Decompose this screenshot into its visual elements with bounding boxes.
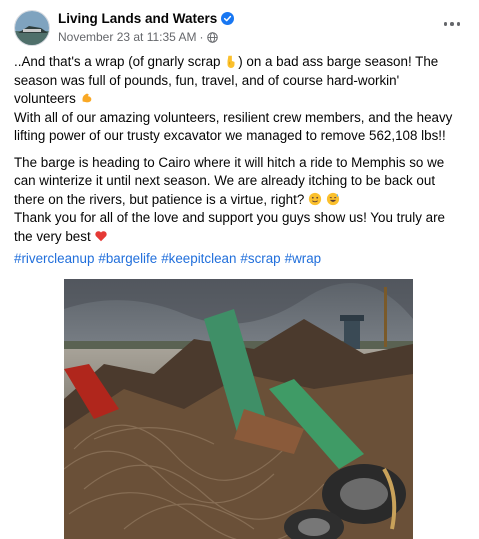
body-line: Thank you for all of the love and suppor… <box>14 210 445 225</box>
body-line: there on the rivers, but patience is a v… <box>14 191 472 210</box>
hashtag-link[interactable]: #keepitclean <box>161 251 236 266</box>
grinning-sweat-emoji <box>326 192 339 205</box>
more-options-icon[interactable] <box>440 14 464 34</box>
body-line: volunteers <box>14 90 472 109</box>
body-line: With all of our amazing volunteers, resi… <box>14 109 453 125</box>
body-line: the very best <box>14 228 472 247</box>
flexed-biceps-emoji <box>81 93 91 103</box>
post-meta: November 23 at 11:35 AM · <box>58 30 218 44</box>
hashtag-list: #rivercleanup #bargelife #keepitclean #s… <box>14 251 321 266</box>
body-line: season was full of pounds, fun, travel, … <box>14 72 400 88</box>
page-name[interactable]: Living Lands and Waters <box>58 11 217 26</box>
globe-icon[interactable] <box>206 31 218 43</box>
post-timestamp[interactable]: November 23 at 11:35 AM <box>58 30 197 44</box>
red-heart-emoji <box>95 230 108 241</box>
body-line: ..And that's a wrap (of gnarly scrap ) o… <box>14 54 439 69</box>
hashtag-link[interactable]: #scrap <box>240 251 280 266</box>
hashtag-link[interactable]: #rivercleanup <box>14 251 94 266</box>
post-photo[interactable] <box>64 279 413 539</box>
pointing-down-hand-emoji <box>227 55 235 68</box>
body-line: lifting power of our trusty excavator we… <box>14 128 446 143</box>
hashtag-link[interactable]: #bargelife <box>98 251 157 266</box>
smiling-face-emoji <box>308 192 322 205</box>
body-line: The barge is heading to Cairo where it w… <box>14 154 445 170</box>
hashtag-link[interactable]: #wrap <box>285 251 321 266</box>
body-line: can winterize it until next season. We a… <box>14 173 436 188</box>
post-header: Living Lands and Waters November 23 at 1… <box>14 10 464 48</box>
author-row: Living Lands and Waters <box>58 11 235 26</box>
page-avatar[interactable] <box>14 10 50 46</box>
verified-badge-icon <box>221 12 235 25</box>
post-body: ..And that's a wrap (of gnarly scrap ) o… <box>14 53 472 246</box>
facebook-post: Living Lands and Waters November 23 at 1… <box>0 0 479 539</box>
meta-separator: · <box>199 30 204 44</box>
